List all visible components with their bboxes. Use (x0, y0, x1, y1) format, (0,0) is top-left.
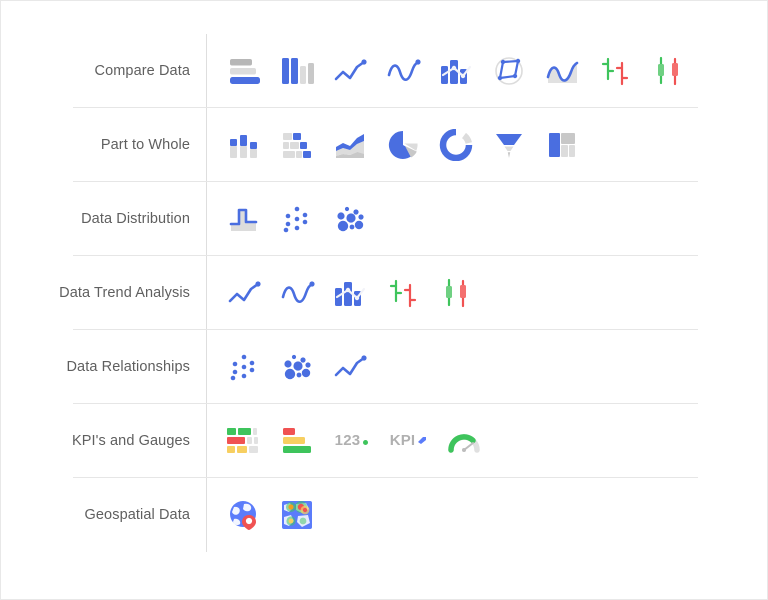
bubble-chart-icon[interactable] (323, 191, 376, 247)
category-label: Geospatial Data (84, 507, 190, 523)
category-label: Compare Data (94, 62, 190, 79)
category-icon-list (206, 256, 698, 329)
category-label: KPI's and Gauges (71, 432, 190, 449)
kpi-label-icon-text: KPI (390, 432, 428, 449)
stacked-bar-chart-icon[interactable] (270, 117, 323, 173)
line-chart-icon[interactable] (217, 265, 270, 321)
category-icon-list: 123 KPI (206, 404, 698, 477)
numeric-kpi-value: 123 (334, 432, 361, 449)
combo-chart-icon[interactable] (429, 43, 482, 99)
treemap-chart-icon[interactable] (535, 117, 588, 173)
numeric-kpi-icon[interactable]: 123 (323, 413, 380, 469)
category-row: KPI's and Gauges 123 KPI (71, 404, 698, 478)
chart-category-matrix: Compare Data Part to Whole Data Distributi… (59, 34, 698, 552)
scatter-plot-icon[interactable] (217, 339, 270, 395)
category-label: Data Distribution (81, 210, 190, 227)
status-dot-icon (363, 440, 369, 445)
trend-arrow-icon (417, 435, 427, 445)
scatter-plot-icon[interactable] (270, 191, 323, 247)
kpi-label-value: KPI (389, 432, 416, 449)
gauge-chart-icon[interactable] (437, 413, 490, 469)
category-row: Data Trend Analysis (59, 256, 698, 330)
category-icon-list (206, 108, 698, 181)
ohlc-chart-icon[interactable] (376, 265, 429, 321)
category-row: Geospatial Data (73, 478, 698, 552)
bar-chart-icon[interactable] (217, 43, 270, 99)
pie-chart-icon[interactable] (376, 117, 429, 173)
category-icon-list (206, 478, 698, 552)
stacked-column-chart-icon[interactable] (217, 117, 270, 173)
category-icon-list (206, 330, 698, 403)
bubble-chart-icon[interactable] (270, 339, 323, 395)
kpi-bullet-bars-icon[interactable] (270, 413, 323, 469)
category-label: Data Relationships (66, 358, 190, 375)
globe-map-icon[interactable] (217, 487, 270, 543)
category-row: Part to Whole (73, 108, 698, 182)
category-row: Data Distribution (73, 182, 698, 256)
category-icon-list (206, 182, 698, 255)
category-row: Data Relationships (66, 330, 698, 404)
area-chart-icon[interactable] (535, 43, 588, 99)
numeric-kpi-icon-text: 123 (335, 432, 369, 449)
line-chart-icon[interactable] (323, 43, 376, 99)
ohlc-chart-icon[interactable] (588, 43, 641, 99)
category-row: Compare Data (73, 34, 698, 108)
category-label: Data Trend Analysis (59, 284, 190, 301)
heat-map-icon[interactable] (270, 487, 323, 543)
combo-chart-icon[interactable] (323, 265, 376, 321)
radar-chart-icon[interactable] (482, 43, 535, 99)
spline-chart-icon[interactable] (270, 265, 323, 321)
stacked-area-chart-icon[interactable] (323, 117, 376, 173)
candlestick-chart-icon[interactable] (429, 265, 482, 321)
funnel-chart-icon[interactable] (482, 117, 535, 173)
spline-chart-icon[interactable] (376, 43, 429, 99)
category-label: Part to Whole (100, 136, 190, 153)
column-chart-icon[interactable] (270, 43, 323, 99)
donut-chart-icon[interactable] (429, 117, 482, 173)
kpi-scorecard-grid-icon[interactable] (217, 413, 270, 469)
line-chart-icon[interactable] (323, 339, 376, 395)
candlestick-chart-icon[interactable] (641, 43, 694, 99)
chart-type-catalog-page: Compare Data Part to Whole Data Distributi… (0, 0, 768, 600)
histogram-chart-icon[interactable] (217, 191, 270, 247)
category-icon-list (206, 34, 698, 107)
kpi-label-icon[interactable]: KPI (380, 413, 437, 469)
